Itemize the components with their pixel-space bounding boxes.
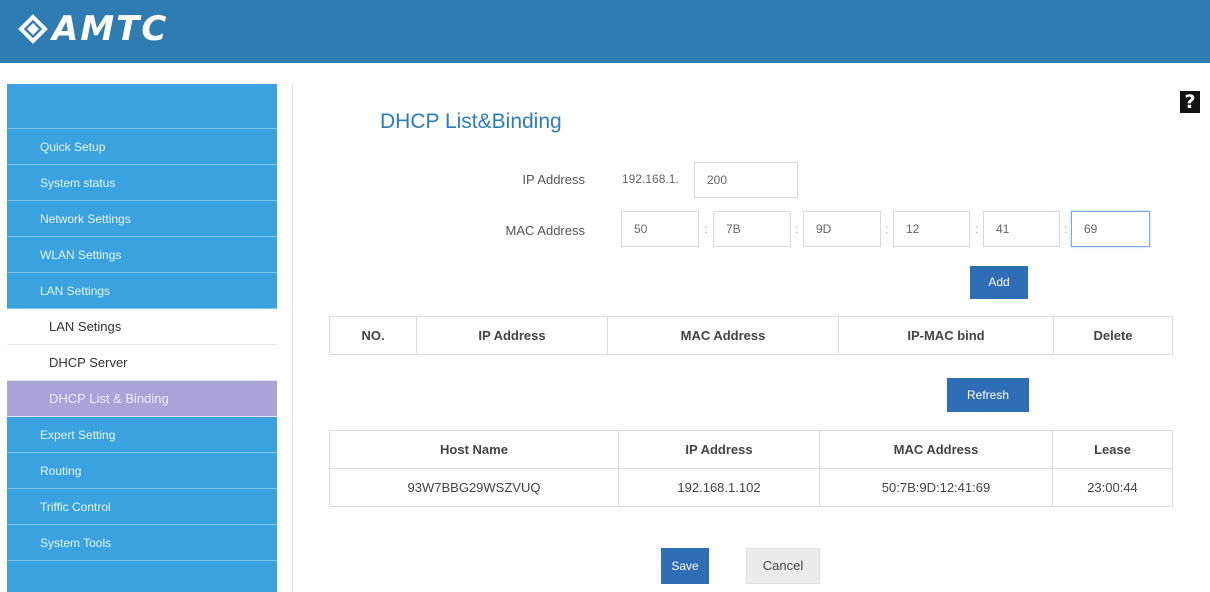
column-header-no: NO. — [329, 316, 417, 355]
mac-octet-5-input[interactable]: 41 — [983, 211, 1060, 247]
sidebar-item-quick-setup[interactable]: Quick Setup — [7, 129, 277, 165]
mac-address-label: MAC Address — [505, 223, 585, 238]
ip-prefix-text: 192.168.1. — [622, 172, 679, 186]
refresh-button[interactable]: Refresh — [947, 378, 1029, 412]
column-header-mac-address: MAC Address — [819, 430, 1053, 469]
column-header-mac-address: MAC Address — [607, 316, 839, 355]
cancel-button[interactable]: Cancel — [746, 548, 820, 584]
sidebar-item-system-tools[interactable]: System Tools — [7, 525, 277, 561]
table-header-row: NO. IP Address MAC Address IP-MAC bind D… — [329, 316, 1173, 355]
cell-lease: 23:00:44 — [1052, 468, 1173, 507]
mac-separator: : — [1064, 222, 1068, 236]
binding-table: NO. IP Address MAC Address IP-MAC bind D… — [329, 316, 1173, 355]
table-header-row: Host Name IP Address MAC Address Lease — [329, 430, 1173, 469]
mac-separator: : — [975, 222, 979, 236]
mac-octet-2-input[interactable]: 7B — [713, 211, 791, 247]
sidebar-top-spacer — [7, 84, 277, 129]
ip-last-octet-input[interactable]: 200 — [694, 162, 798, 198]
column-header-host-name: Host Name — [329, 430, 619, 469]
help-icon[interactable]: ? — [1180, 91, 1200, 113]
ip-address-label: IP Address — [522, 172, 585, 187]
mac-octet-1-input[interactable]: 50 — [621, 211, 699, 247]
mac-separator: : — [795, 222, 799, 236]
column-header-ip-mac-bind: IP-MAC bind — [838, 316, 1054, 355]
brand-logo-icon — [18, 14, 48, 44]
page-title: DHCP List&Binding — [380, 110, 562, 133]
brand-logo-text: AMTC — [52, 9, 169, 49]
mac-octet-6-input[interactable]: 69 — [1071, 211, 1150, 247]
table-row: 93W7BBG29WSZVUQ 192.168.1.102 50:7B:9D:1… — [329, 468, 1173, 507]
sidebar-subitem-lan-setings[interactable]: LAN Setings — [7, 309, 277, 345]
column-header-lease: Lease — [1052, 430, 1173, 469]
mac-separator: : — [704, 222, 708, 236]
column-header-ip-address: IP Address — [618, 430, 820, 469]
sidebar-item-network-settings[interactable]: Network Settings — [7, 201, 277, 237]
column-header-delete: Delete — [1053, 316, 1173, 355]
sidebar-item-lan-settings[interactable]: LAN Settings — [7, 273, 277, 309]
top-header: AMTC — [0, 0, 1210, 63]
sidebar-item-routing[interactable]: Routing — [7, 453, 277, 489]
sidebar-item-expert-setting[interactable]: Expert Setting — [7, 417, 277, 453]
sidebar-subitem-dhcp-server[interactable]: DHCP Server — [7, 345, 277, 381]
brand-logo: AMTC — [18, 9, 168, 49]
sidebar-subitem-dhcp-list-binding[interactable]: DHCP List & Binding — [7, 381, 277, 417]
sidebar-item-system-status[interactable]: System status — [7, 165, 277, 201]
cell-ip-address: 192.168.1.102 — [618, 468, 820, 507]
sidebar-item-wlan-settings[interactable]: WLAN Settings — [7, 237, 277, 273]
mac-separator: : — [885, 222, 889, 236]
sidebar-nav: Quick Setup System status Network Settin… — [7, 84, 277, 592]
mac-octet-4-input[interactable]: 12 — [893, 211, 970, 247]
save-button[interactable]: Save — [661, 548, 709, 584]
cell-host-name: 93W7BBG29WSZVUQ — [329, 468, 619, 507]
cell-mac-address: 50:7B:9D:12:41:69 — [819, 468, 1053, 507]
sidebar-item-triffic-control[interactable]: Triffic Control — [7, 489, 277, 525]
mac-octet-3-input[interactable]: 9D — [803, 211, 881, 247]
column-header-ip-address: IP Address — [416, 316, 608, 355]
add-button[interactable]: Add — [970, 266, 1028, 299]
client-table: Host Name IP Address MAC Address Lease 9… — [329, 430, 1173, 507]
